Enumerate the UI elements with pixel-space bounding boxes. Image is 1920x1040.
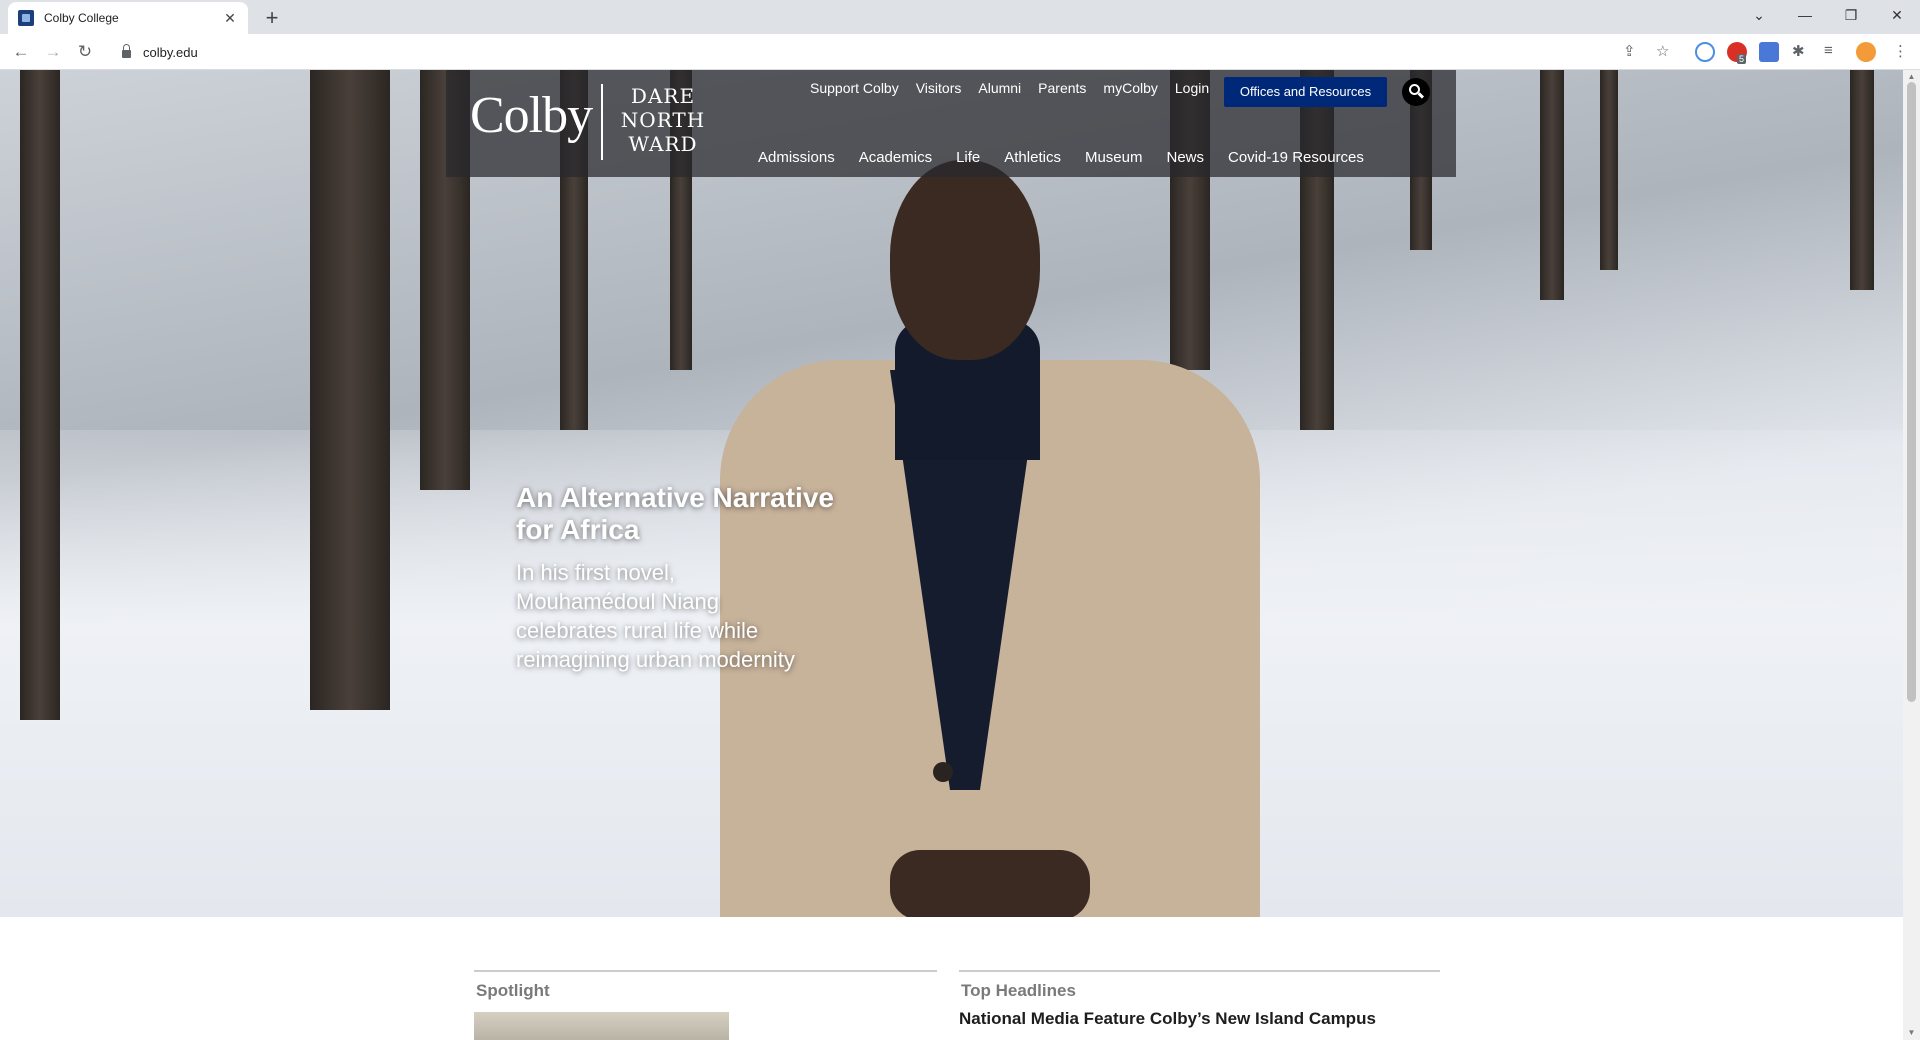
nav-visitors[interactable]: Visitors <box>916 80 962 96</box>
lock-icon <box>122 44 131 58</box>
dare-northward-logo[interactable]: DARE NORTH WARD <box>618 84 708 156</box>
hero-title[interactable]: An Alternative Narrative for Africa <box>516 482 876 546</box>
nav-parents[interactable]: Parents <box>1038 80 1086 96</box>
puzzle-extensions-icon[interactable]: ✱ <box>1792 42 1805 60</box>
spotlight-heading: Spotlight <box>476 981 550 1000</box>
colby-logo[interactable]: Colby <box>470 86 593 145</box>
restore-icon[interactable]: ❐ <box>1828 0 1874 30</box>
scroll-up-icon[interactable]: ▲ <box>1907 72 1916 81</box>
nav-alumni[interactable]: Alumni <box>978 80 1021 96</box>
minimize-icon[interactable]: — <box>1782 0 1828 30</box>
offices-and-resources-button[interactable]: Offices and Resources <box>1224 77 1387 107</box>
nav-museum[interactable]: Museum <box>1085 149 1143 166</box>
head <box>890 160 1040 360</box>
site-header: Colby DARE NORTH WARD Support Colby Visi… <box>446 70 1456 177</box>
translate-extension-icon[interactable] <box>1759 42 1779 62</box>
url-text: colby.edu <box>143 44 198 60</box>
extension-check-icon[interactable] <box>1695 42 1715 62</box>
nav-academics[interactable]: Academics <box>859 149 932 166</box>
tree-trunk <box>1850 70 1874 290</box>
page-scrollbar[interactable]: ▲ ▼ <box>1903 70 1920 1040</box>
coat-button <box>933 762 953 782</box>
tree-trunk <box>1540 70 1564 300</box>
content-sections <box>0 917 1903 1040</box>
hero-subtitle: In his first novel, Mouhamédoul Niang ce… <box>516 560 795 672</box>
scroll-down-icon[interactable]: ▼ <box>1907 1028 1916 1037</box>
back-arrow-icon[interactable]: ← <box>9 40 33 64</box>
nav-covid-resources[interactable]: Covid-19 Resources <box>1228 149 1364 166</box>
browser-tab[interactable]: Colby College ✕ <box>8 2 248 34</box>
web-page: Colby DARE NORTH WARD Support Colby Visi… <box>0 70 1903 1040</box>
reload-icon[interactable]: ↻ <box>73 40 97 64</box>
profile-avatar[interactable] <box>1856 42 1876 62</box>
main-nav: Admissions Academics Life Athletics Muse… <box>758 149 1364 166</box>
nav-life[interactable]: Life <box>956 149 980 166</box>
hero-banner[interactable]: Colby DARE NORTH WARD Support Colby Visi… <box>0 70 1903 917</box>
forward-arrow-icon[interactable]: → <box>41 40 65 64</box>
headlines-rule <box>959 970 1440 972</box>
new-tab-button[interactable]: + <box>258 4 286 32</box>
tab-search-chevron-icon[interactable]: ⌄ <box>1736 0 1782 30</box>
nav-login[interactable]: Login <box>1175 80 1209 96</box>
close-window-icon[interactable]: ✕ <box>1874 0 1920 30</box>
hero-story[interactable]: An Alternative Narrative for Africa In h… <box>516 482 876 674</box>
reading-list-icon[interactable]: ≡ <box>1824 42 1833 59</box>
bookmark-star-icon[interactable]: ☆ <box>1656 42 1669 60</box>
scroll-thumb[interactable] <box>1907 82 1916 702</box>
hands <box>890 850 1090 917</box>
spotlight-image[interactable] <box>474 1012 729 1040</box>
spotlight-rule <box>474 970 937 972</box>
kebab-menu-icon[interactable]: ⋮ <box>1893 42 1908 60</box>
tagline-line: NORTH <box>620 108 706 132</box>
utility-nav: Support Colby Visitors Alumni Parents my… <box>810 80 1209 96</box>
tree-trunk <box>1600 70 1618 270</box>
top-headlines-heading: Top Headlines <box>961 981 1076 1000</box>
tab-close-icon[interactable]: ✕ <box>222 10 238 27</box>
search-icon[interactable] <box>1402 78 1430 106</box>
nav-mycolby[interactable]: myColby <box>1103 80 1157 96</box>
browser-tabstrip: Colby College ✕ + ⌄ — ❐ ✕ <box>0 0 1920 34</box>
nav-athletics[interactable]: Athletics <box>1004 149 1061 166</box>
logo-divider <box>601 84 603 160</box>
headline-link[interactable]: National Media Feature Colby’s New Islan… <box>959 1009 1376 1029</box>
colby-favicon-icon <box>18 10 34 26</box>
nav-admissions[interactable]: Admissions <box>758 149 835 166</box>
tagline-line: DARE <box>630 84 696 108</box>
share-icon[interactable]: ⇪ <box>1623 42 1636 60</box>
address-bar[interactable]: colby.edu <box>110 38 1680 66</box>
nav-news[interactable]: News <box>1166 149 1204 166</box>
tree-trunk <box>310 70 390 710</box>
tab-title: Colby College <box>44 11 119 25</box>
extension-badge: 5 <box>1737 54 1747 64</box>
tagline-line: WARD <box>628 132 698 156</box>
tree-trunk <box>20 70 60 720</box>
nav-support-colby[interactable]: Support Colby <box>810 80 899 96</box>
browser-toolbar: ← → ↻ colby.edu ⇪ ☆ 5 ✱ ≡ ⋮ <box>0 34 1920 70</box>
